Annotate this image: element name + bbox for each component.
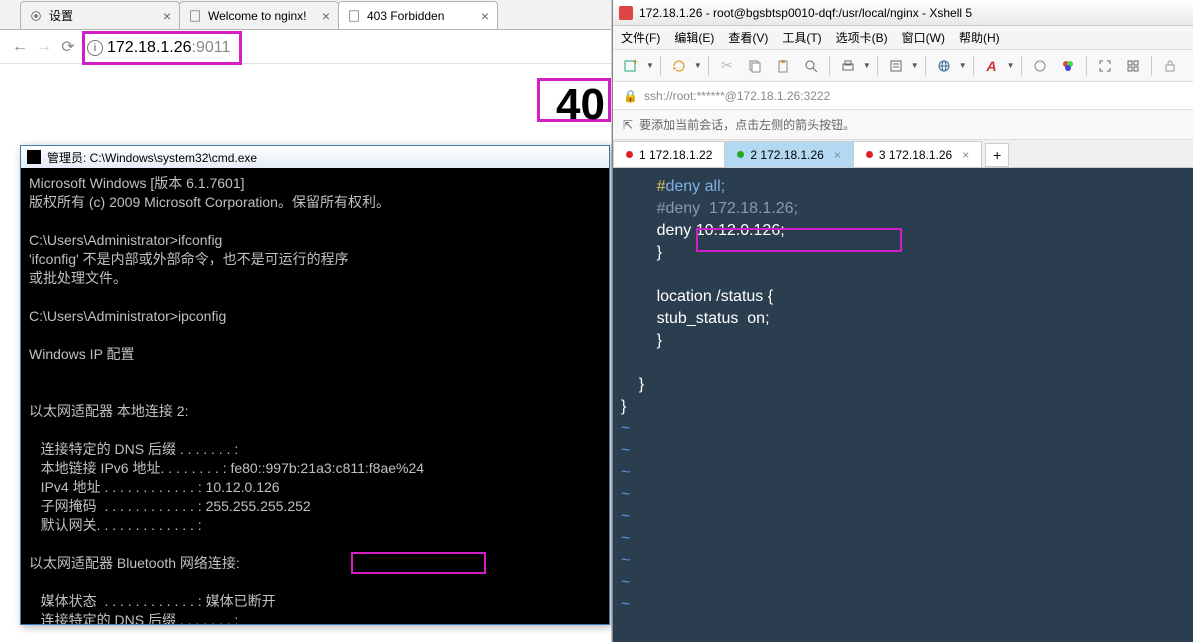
svg-text:+: + xyxy=(633,58,638,67)
xshell-session-tabs: 1 172.18.1.22 2 172.18.1.26 × 3 172.18.1… xyxy=(613,140,1193,168)
xshell-addressbar[interactable]: 🔒 ssh://root:******@172.18.1.26:3222 xyxy=(613,82,1193,110)
print-icon[interactable] xyxy=(836,54,860,78)
tab-welcome[interactable]: Welcome to nginx! × xyxy=(179,1,339,29)
close-icon[interactable]: × xyxy=(962,148,969,162)
close-icon[interactable]: × xyxy=(322,8,330,24)
dropdown-icon[interactable]: ▼ xyxy=(646,61,654,70)
session-tab-3[interactable]: 3 172.18.1.26 × xyxy=(853,141,982,167)
cmd-output[interactable]: Microsoft Windows [版本 6.1.7601] 版权所有 (c)… xyxy=(21,168,609,624)
close-icon[interactable]: × xyxy=(163,8,171,24)
new-session-icon[interactable]: + xyxy=(619,54,643,78)
menu-file[interactable]: 文件(F) xyxy=(621,29,660,46)
xshell-menubar: 文件(F) 编辑(E) 查看(V) 工具(T) 选项卡(B) 窗口(W) 帮助(… xyxy=(613,26,1193,50)
address-bar: ← → ⟳ i 172.18.1.26:9011 xyxy=(0,30,611,64)
menu-window[interactable]: 窗口(W) xyxy=(902,29,945,46)
cmd-title: 管理员: C:\Windows\system32\cmd.exe xyxy=(47,149,257,166)
encoding-icon[interactable] xyxy=(1028,54,1052,78)
menu-tools[interactable]: 工具(T) xyxy=(782,29,821,46)
status-dot-icon xyxy=(737,151,744,158)
copy-icon[interactable] xyxy=(743,54,767,78)
cut-icon[interactable]: ✂ xyxy=(715,54,739,78)
dropdown-icon[interactable]: ▼ xyxy=(1007,61,1015,70)
page-icon xyxy=(188,9,202,23)
dropdown-icon[interactable]: ▼ xyxy=(959,61,967,70)
tip-text: 要添加当前会话，点击左侧的箭头按钮。 xyxy=(639,116,855,133)
tile-icon[interactable] xyxy=(1121,54,1145,78)
page-icon xyxy=(347,9,361,23)
reconnect-icon[interactable] xyxy=(667,54,691,78)
tab-label: 2 172.18.1.26 xyxy=(750,148,823,162)
dropdown-icon[interactable]: ▼ xyxy=(863,61,871,70)
dropdown-icon[interactable]: ▼ xyxy=(911,61,919,70)
status-dot-icon xyxy=(626,151,633,158)
close-icon[interactable]: × xyxy=(834,148,841,162)
tab-label: Welcome to nginx! xyxy=(208,9,307,23)
cmd-icon xyxy=(27,150,41,164)
search-icon[interactable] xyxy=(799,54,823,78)
dropdown-icon[interactable]: ▼ xyxy=(694,61,702,70)
xshell-titlebar[interactable]: 172.18.1.26 - root@bgsbtsp0010-dqf:/usr/… xyxy=(613,0,1193,26)
properties-icon[interactable] xyxy=(884,54,908,78)
add-tab-button[interactable]: + xyxy=(985,143,1009,167)
font-icon[interactable]: A xyxy=(980,54,1004,78)
session-tab-1[interactable]: 1 172.18.1.22 xyxy=(613,141,725,167)
menu-help[interactable]: 帮助(H) xyxy=(959,29,1000,46)
menu-edit[interactable]: 编辑(E) xyxy=(674,29,714,46)
globe-icon[interactable] xyxy=(932,54,956,78)
xshell-tip: ⇱ 要添加当前会话，点击左侧的箭头按钮。 xyxy=(613,110,1193,140)
cmd-window: 管理员: C:\Windows\system32\cmd.exe Microso… xyxy=(20,145,610,625)
color-icon[interactable] xyxy=(1056,54,1080,78)
xshell-title: 172.18.1.26 - root@bgsbtsp0010-dqf:/usr/… xyxy=(639,6,972,20)
ssh-url: ssh://root:******@172.18.1.26:3222 xyxy=(644,89,830,103)
info-icon[interactable]: i xyxy=(87,40,103,56)
tab-label: 1 172.18.1.22 xyxy=(639,148,712,162)
terminal[interactable]: #deny all; #deny 172.18.1.26; deny 10.12… xyxy=(613,168,1193,642)
xshell-window: 172.18.1.26 - root@bgsbtsp0010-dqf:/usr/… xyxy=(612,0,1193,642)
browser-tabs: 设置 × Welcome to nginx! × 403 Forbidden × xyxy=(0,0,611,30)
menu-view[interactable]: 查看(V) xyxy=(728,29,768,46)
menu-tab[interactable]: 选项卡(B) xyxy=(836,29,888,46)
paste-icon[interactable] xyxy=(771,54,795,78)
arrow-icon[interactable]: ⇱ xyxy=(623,118,633,132)
lock-icon[interactable] xyxy=(1158,54,1182,78)
url-highlight-box: i 172.18.1.26:9011 xyxy=(82,31,242,65)
reload-button[interactable]: ⟳ xyxy=(58,37,78,57)
close-icon[interactable]: × xyxy=(481,8,489,24)
tab-label: 403 Forbidden xyxy=(367,9,444,23)
status-dot-icon xyxy=(866,151,873,158)
fullscreen-icon[interactable] xyxy=(1093,54,1117,78)
back-button[interactable]: ← xyxy=(10,37,30,57)
xshell-icon xyxy=(619,6,633,20)
gear-icon xyxy=(29,9,43,23)
tab-403[interactable]: 403 Forbidden × xyxy=(338,1,498,29)
xshell-toolbar: +▼ ▼ ✂ ▼ ▼ ▼ A▼ xyxy=(613,50,1193,82)
url-port[interactable]: :9011 xyxy=(192,39,231,57)
tab-settings[interactable]: 设置 × xyxy=(20,1,180,29)
tab-label: 设置 xyxy=(49,7,73,24)
tab-label: 3 172.18.1.26 xyxy=(879,148,952,162)
forward-button[interactable]: → xyxy=(34,37,54,57)
cmd-titlebar[interactable]: 管理员: C:\Windows\system32\cmd.exe xyxy=(21,146,609,168)
page-heading: 40 xyxy=(546,78,611,132)
lock-small-icon: 🔒 xyxy=(623,89,638,103)
session-tab-2[interactable]: 2 172.18.1.26 × xyxy=(724,141,853,167)
url-host[interactable]: 172.18.1.26 xyxy=(107,39,192,57)
